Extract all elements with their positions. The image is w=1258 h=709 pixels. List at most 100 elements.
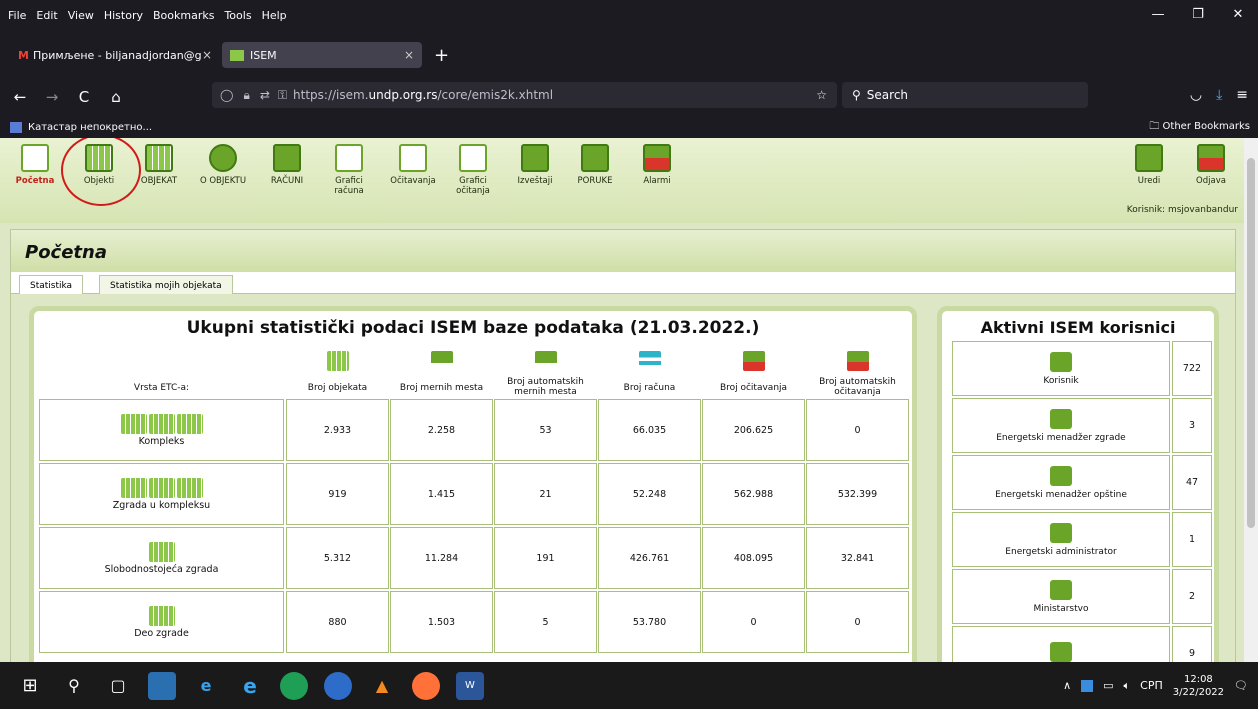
star-icon[interactable]: ☆ [816,88,827,102]
toolbar-grafici-racuna[interactable]: Grafici računa [322,144,376,196]
toolbar-o-objektu[interactable]: O OBJEKTU [196,144,250,186]
menu-view[interactable]: View [68,9,94,22]
toolbar-grafici-ocitanja[interactable]: Grafici očitanja [446,144,500,196]
home-panel: Početna Statistika Statistika mojih obje… [10,229,1236,662]
tab-isem[interactable]: ISEM × [222,42,422,68]
tab-statistika-mojih-objekata[interactable]: Statistika mojih objekata [99,275,233,295]
app-icon[interactable] [324,671,352,700]
col-header-auto-meters: Broj automatskih mernih mesta [494,351,597,397]
internet-explorer-icon[interactable]: e [236,672,264,700]
minimize-button[interactable]: — [1138,0,1178,30]
table-cell: 2.258 [390,399,493,461]
search-input[interactable]: ⚲ Search [842,82,1088,108]
tray-chevron-icon[interactable]: ∧ [1063,679,1071,692]
chrome-icon[interactable] [280,671,308,700]
windows-start-icon[interactable]: ⊞ [16,672,44,700]
col-header-bills: Broj računa [598,351,701,393]
notifications-icon[interactable]: 🗨︎ [1234,679,1248,692]
user-count: 722 [1172,341,1212,396]
toolbar-alarmi[interactable]: Alarmi [630,144,684,186]
table-cell: 880 [286,591,389,653]
table-cell: 426.761 [598,527,701,589]
page-title: Početna [11,230,1235,272]
tab-gmail[interactable]: M Примљене - biljanadjordan@g × [10,42,220,68]
vlc-icon[interactable]: ▲ [368,672,396,700]
user-count: 47 [1172,455,1212,510]
toolbar-pocetna[interactable]: Početna [8,144,62,186]
building-icon [145,144,173,172]
close-window-button[interactable]: ✕ [1218,0,1258,30]
clock[interactable]: 12:08 3/22/2022 [1173,673,1224,699]
highlight-circle [61,138,141,206]
back-icon[interactable]: ← [8,88,32,106]
word-icon[interactable]: W [456,671,484,700]
menu-history[interactable]: History [104,9,143,22]
building-part-icon [148,605,175,626]
clock-date: 3/22/2022 [1172,686,1225,698]
user-role-cell: Korisnik [952,341,1170,396]
toolbar-odjava[interactable]: Odjava [1184,144,1238,186]
edge-icon[interactable]: e [192,672,220,700]
nav-right: ◡ ⤓ ≡ [1190,82,1248,108]
restore-button[interactable]: ❐ [1178,0,1218,30]
tab-close-icon[interactable]: × [404,48,414,62]
url-path: /core/emis2k.xhtml [437,88,554,102]
clock-time: 12:08 [1183,673,1213,685]
menu-bookmarks[interactable]: Bookmarks [153,9,214,22]
bills-icon [638,351,661,371]
reload-icon[interactable]: C [72,88,96,106]
page-scrollbar[interactable] [1244,138,1258,662]
toolbar-poruke[interactable]: PORUKE [568,144,622,186]
panel-body: Ukupni statistički podaci ISEM baze poda… [11,294,1235,662]
edit-icon [1135,144,1163,172]
hamburger-menu-icon[interactable]: ≡ [1236,82,1248,108]
user-icon [1050,408,1072,429]
new-tab-button[interactable]: + [434,45,449,66]
readings-chart-icon [742,351,765,371]
col-header-objects: Broj objekata [286,351,389,393]
toolbar-ocitavanja[interactable]: Očitavanja [386,144,440,186]
table-cell: 53.780 [598,591,701,653]
language-indicator[interactable]: СРП [1140,679,1163,692]
toolbar-uredi[interactable]: Uredi [1122,144,1176,186]
toolbar-label: Grafici očitanja [456,176,490,196]
menu-help[interactable]: Help [262,9,287,22]
forward-icon[interactable]: → [40,88,64,106]
table-cell: 1.415 [390,463,493,525]
menu-tools[interactable]: Tools [224,9,251,22]
isem-icon [230,49,244,61]
toolbar-label: Odjava [1196,176,1226,186]
toolbar-izvestaji[interactable]: Izveštaji [508,144,562,186]
home-page-icon[interactable]: ⌂ [104,88,128,106]
other-bookmarks[interactable]: 🗀︎ Other Bookmarks [1149,119,1250,136]
system-tray: ∧ ▭ 🔈︎ СРП 12:08 3/22/2022 🗨︎ [1063,662,1258,709]
row-name-cell: Kompleks [39,399,284,461]
tray-app-icon[interactable] [1081,679,1094,692]
pocket-icon[interactable]: ◡ [1190,82,1202,108]
scrollbar-thumb[interactable] [1247,158,1255,528]
bookmark-katastar[interactable]: Катастар непокретно... [28,122,152,133]
url-prefix: https://isem. [293,88,369,102]
menu-edit[interactable]: Edit [36,9,57,22]
menu-file[interactable]: File [8,9,26,22]
url-bar[interactable]: ◯ 🔒︎ ⇄ ⚿ https://isem. undp.org.rs/core/e… [212,82,837,108]
task-view-icon[interactable]: ▢ [104,672,132,700]
tab-close-icon[interactable]: × [202,48,212,62]
col-header-readings: Broj očitavanja [702,351,805,393]
table-cell: 5.312 [286,527,389,589]
user-icon [1050,351,1072,372]
download-icon[interactable]: ⤓ [1216,82,1222,108]
readings-icon [399,144,427,172]
file-explorer-icon[interactable] [148,671,176,700]
network-icon[interactable]: ▭ [1103,679,1113,692]
table-cell: 2.933 [286,399,389,461]
table-cell: 11.284 [390,527,493,589]
firefox-icon[interactable] [412,671,440,700]
tab-statistika[interactable]: Statistika [19,275,84,295]
objects-icon [326,351,349,371]
volume-icon[interactable]: 🔈︎ [1124,679,1131,693]
tab-title: ISEM [250,48,277,62]
search-icon[interactable]: ⚲ [60,672,88,700]
toolbar-racuni[interactable]: RAČUNI [260,144,314,186]
globe-icon [209,144,237,172]
